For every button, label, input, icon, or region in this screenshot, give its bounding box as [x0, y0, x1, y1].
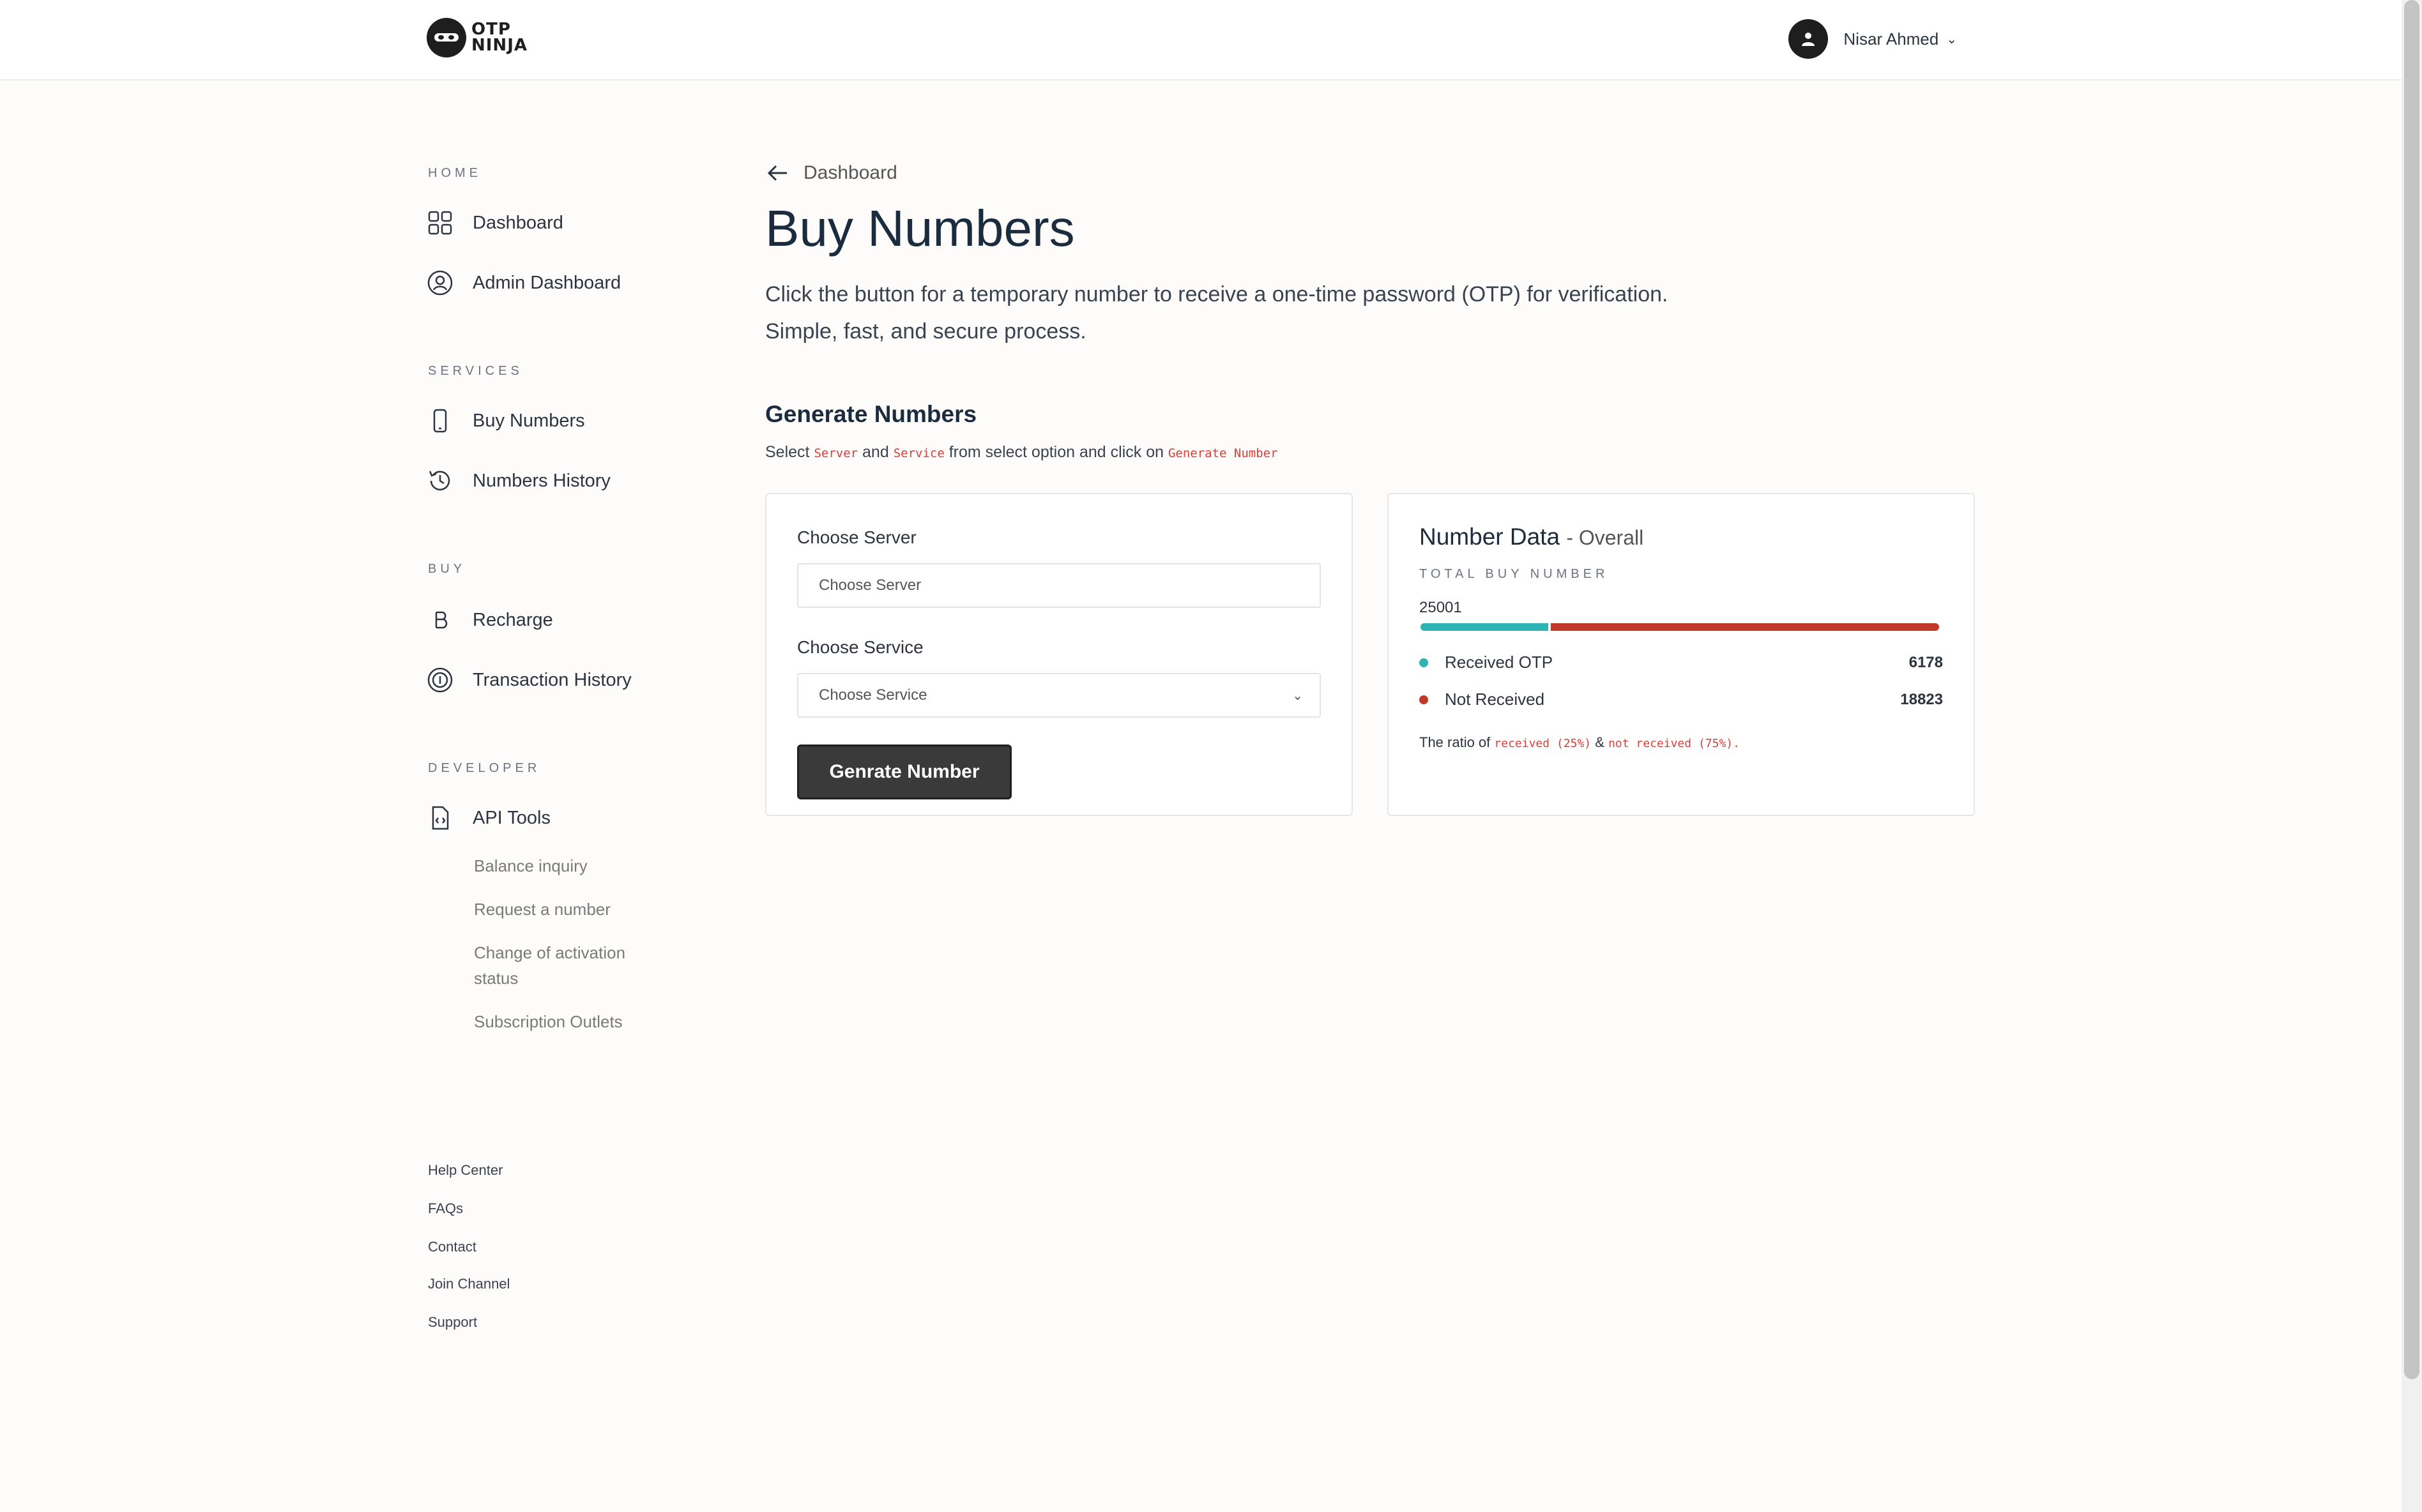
sidebar-item-label: Recharge — [473, 609, 553, 630]
sidebar-item-label: Numbers History — [473, 470, 611, 491]
page-scrollbar[interactable] — [2402, 0, 2422, 1512]
choose-service-placeholder: Choose Service — [819, 686, 927, 704]
sidebar-item-api-tools[interactable]: API Tools — [427, 805, 551, 831]
received-label: Received OTP — [1445, 653, 1553, 672]
back-to-dashboard-link[interactable]: Dashboard — [766, 162, 897, 184]
section-label-developer: DEVELOPER — [428, 761, 541, 775]
legend-received: Received OTP 6178 — [1419, 653, 1943, 672]
received-value: 6178 — [1908, 653, 1943, 671]
sidebar-item-label: Admin Dashboard — [473, 272, 621, 293]
hint-select: Select — [765, 443, 810, 461]
bitcoin-icon — [427, 607, 453, 633]
hint-from: from select option and click on — [948, 443, 1164, 461]
grid-icon — [427, 209, 453, 236]
back-link-label: Dashboard — [804, 162, 897, 183]
sidebar-item-label: Transaction History — [473, 669, 632, 690]
page-title: Buy Numbers — [765, 200, 1075, 257]
not-received-label: Not Received — [1445, 690, 1545, 709]
received-bar-segment — [1420, 623, 1548, 631]
ratio-received: received (25%) — [1494, 737, 1592, 750]
hint-service: Service — [893, 446, 945, 460]
api-subitem-request-number[interactable]: Request a number — [474, 896, 666, 922]
top-header: OTP NINJA Nisar Ahmed ⌄ — [0, 0, 2402, 80]
section-label-home: HOME — [428, 166, 482, 180]
footer-link-faqs[interactable]: FAQs — [428, 1200, 463, 1217]
sidebar-item-numbers-history[interactable]: Numbers History — [427, 467, 611, 494]
user-circle-icon — [427, 269, 453, 296]
sidebar-item-transaction-history[interactable]: Transaction History — [427, 667, 632, 693]
received-ratio-bar — [1420, 623, 1939, 631]
sidebar-item-label: Buy Numbers — [473, 410, 585, 431]
received-dot-icon — [1419, 658, 1428, 667]
generate-number-card: Choose Server Choose Server Choose Servi… — [765, 493, 1353, 816]
ratio-prefix: The ratio of — [1419, 734, 1491, 750]
number-data-subtitle: - Overall — [1566, 526, 1644, 549]
footer-link-join-channel[interactable]: Join Channel — [428, 1276, 510, 1292]
not-received-dot-icon — [1419, 695, 1428, 704]
logo-text-line2: NINJA — [471, 36, 528, 55]
user-menu[interactable]: Nisar Ahmed ⌄ — [1788, 19, 1957, 59]
chevron-down-icon[interactable]: ⌄ — [1946, 31, 1957, 47]
not-received-bar-segment — [1551, 623, 1939, 631]
number-data-title-text: Number Data — [1419, 524, 1560, 550]
footer-link-support[interactable]: Support — [428, 1314, 477, 1331]
choose-server-placeholder: Choose Server — [819, 577, 922, 594]
ratio-not-received: not received (75%). — [1608, 737, 1740, 750]
phone-icon — [427, 407, 453, 434]
total-buy-number-label: TOTAL BUY NUMBER — [1419, 567, 1609, 581]
otp-ninja-logo[interactable]: OTP NINJA — [427, 18, 528, 57]
logo-text: OTP NINJA — [471, 21, 528, 55]
legend-not-received: Not Received 18823 — [1419, 690, 1943, 709]
choose-service-label: Choose Service — [797, 637, 924, 657]
sidebar-item-label: Dashboard — [473, 212, 563, 233]
choose-service-select[interactable]: Choose Service ⌄ — [797, 673, 1321, 718]
ninja-logo-icon — [427, 18, 466, 57]
arrow-left-icon — [767, 165, 787, 181]
coin-history-icon — [427, 667, 453, 693]
number-data-title: Number Data - Overall — [1419, 524, 1643, 550]
avatar[interactable] — [1788, 19, 1829, 59]
section-label-buy: BUY — [428, 562, 466, 576]
chevron-down-icon: ⌄ — [1292, 688, 1303, 703]
not-received-value: 18823 — [1900, 690, 1943, 708]
api-subitem-balance-inquiry[interactable]: Balance inquiry — [474, 853, 666, 879]
footer-link-help-center[interactable]: Help Center — [428, 1162, 503, 1179]
hint-and: and — [862, 443, 889, 461]
document-code-icon — [427, 805, 453, 831]
scrollbar-thumb[interactable] — [2404, 0, 2419, 1379]
api-subitem-subscription-outlets[interactable]: Subscription Outlets — [474, 1009, 666, 1034]
total-buy-number-value: 25001 — [1419, 599, 1462, 616]
user-icon — [1802, 33, 1815, 46]
user-name[interactable]: Nisar Ahmed — [1843, 29, 1938, 49]
sidebar-item-buy-numbers[interactable]: Buy Numbers — [427, 407, 585, 434]
number-data-card: Number Data - Overall TOTAL BUY NUMBER 2… — [1387, 493, 1975, 816]
sidebar-item-dashboard[interactable]: Dashboard — [427, 209, 563, 236]
api-subitem-change-activation[interactable]: Change of activation status — [474, 940, 666, 991]
footer-link-contact[interactable]: Contact — [428, 1239, 476, 1255]
ratio-amp: & — [1595, 734, 1604, 750]
section-label-services: SERVICES — [428, 364, 523, 378]
sidebar-item-label: API Tools — [473, 807, 551, 828]
sidebar-item-admin-dashboard[interactable]: Admin Dashboard — [427, 269, 621, 296]
ratio-text: The ratio of received (25%) & not receiv… — [1419, 734, 1740, 751]
generate-number-button[interactable]: Genrate Number — [797, 745, 1012, 799]
choose-server-label: Choose Server — [797, 527, 917, 547]
page-description: Click the button for a temporary number … — [765, 282, 1668, 344]
hint-server: Server — [814, 446, 858, 460]
history-icon — [427, 467, 453, 494]
generate-hint: Select Server and Service from select op… — [765, 443, 1278, 462]
sidebar-item-recharge[interactable]: Recharge — [427, 607, 553, 633]
generate-numbers-title: Generate Numbers — [765, 401, 977, 427]
hint-action: Generate Number — [1168, 446, 1278, 460]
choose-server-select[interactable]: Choose Server — [797, 563, 1321, 608]
